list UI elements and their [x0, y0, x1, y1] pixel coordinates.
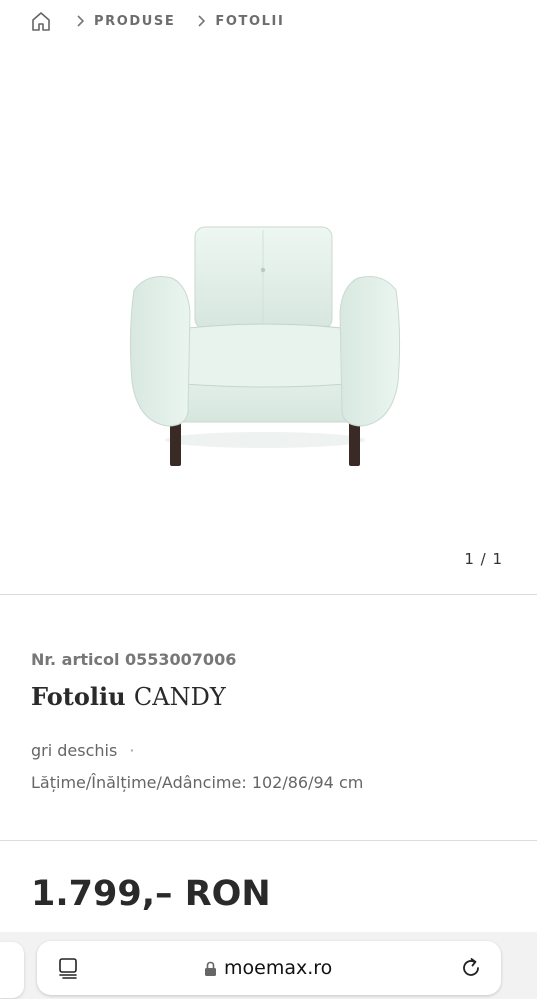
- chevron-right-icon: [189, 15, 213, 27]
- address-bar[interactable]: moemax.ro: [37, 941, 501, 995]
- reload-icon[interactable]: [459, 956, 483, 980]
- breadcrumb: PRODUSE FOTOLII: [0, 0, 537, 42]
- breadcrumb-produse[interactable]: PRODUSE: [94, 14, 175, 29]
- chevron-right-icon: [68, 15, 92, 27]
- browser-toolbar: moemax.ro: [0, 932, 537, 999]
- home-icon[interactable]: [30, 10, 52, 32]
- armchair-image[interactable]: [120, 212, 410, 482]
- divider: [0, 594, 537, 595]
- lock-icon: [204, 961, 217, 976]
- product-title: Fotoliu CANDY: [31, 682, 226, 711]
- product-color: gri deschis ·: [31, 741, 134, 760]
- color-separator: ·: [129, 741, 135, 760]
- product-title-name: CANDY: [133, 683, 226, 711]
- article-number: Nr. articol 0553007006: [31, 650, 237, 669]
- gallery-counter: 1 / 1: [464, 550, 503, 568]
- previous-tab-edge[interactable]: [0, 942, 24, 998]
- divider: [0, 840, 537, 841]
- tabs-icon[interactable]: [57, 956, 81, 980]
- product-price: 1.799,– RON: [31, 874, 271, 914]
- product-gallery[interactable]: 1 / 1: [0, 42, 537, 594]
- breadcrumb-fotolii[interactable]: FOTOLII: [215, 14, 284, 29]
- url-text[interactable]: moemax.ro: [224, 957, 332, 979]
- product-dimensions: Lățime/Înălțime/Adâncime: 102/86/94 cm: [31, 773, 364, 792]
- color-value: gri deschis: [31, 741, 118, 760]
- product-title-type: Fotoliu: [31, 682, 126, 711]
